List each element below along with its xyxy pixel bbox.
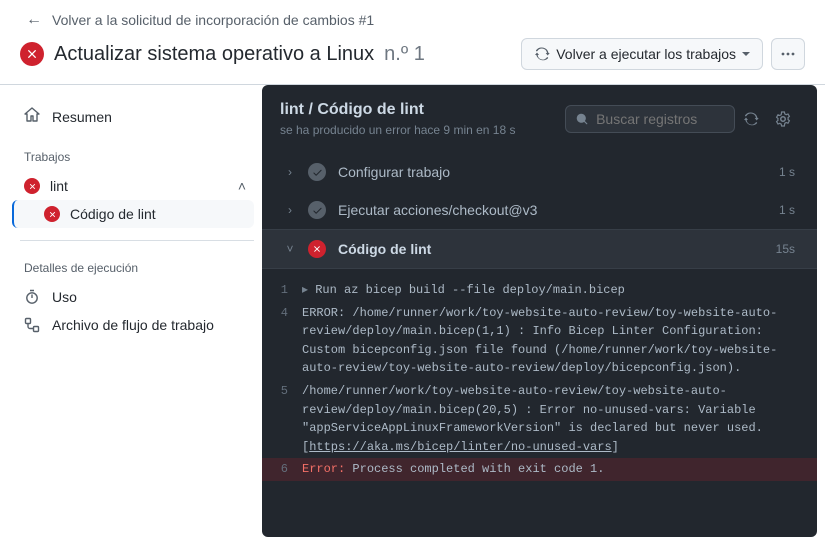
page-title: Actualizar sistema operativo a Linux: [54, 43, 374, 66]
log-line: 1▸ Run az bicep build --file deploy/main…: [262, 279, 817, 302]
sidebar: Resumen Trabajos lint ˄ Código de lint D…: [0, 85, 262, 537]
refresh-logs-button[interactable]: [735, 103, 767, 135]
status-failed-icon: [44, 206, 60, 222]
arrow-left-icon: ←: [26, 12, 42, 28]
step-duration: 1 s: [779, 203, 795, 217]
line-content: ERROR: /home/runner/work/toy-website-aut…: [302, 304, 799, 378]
stopwatch-icon: [24, 289, 40, 305]
log-line: 5/home/runner/work/toy-website-auto-revi…: [262, 380, 817, 458]
line-content: Error: Process completed with exit code …: [302, 460, 799, 479]
line-number: 1: [262, 281, 302, 300]
sync-icon: [743, 111, 759, 127]
workflow-icon: [24, 317, 40, 333]
run-number: n.º 1: [384, 43, 425, 66]
title-bar: Actualizar sistema operativo a Linux n.º…: [20, 38, 805, 70]
rerun-jobs-button[interactable]: Volver a ejecutar los trabajos: [521, 38, 763, 70]
log-settings-button[interactable]: [767, 103, 799, 135]
status-failed-icon: [308, 240, 326, 258]
workflow-file-label: Archivo de flujo de trabajo: [52, 317, 214, 333]
summary-link[interactable]: Resumen: [20, 101, 254, 142]
back-link[interactable]: ← Volver a la solicitud de incorporación…: [20, 8, 805, 38]
check-icon: [308, 201, 326, 219]
step-name: Ejecutar acciones/checkout@v3: [338, 202, 767, 218]
line-content: ▸ Run az bicep build --file deploy/main.…: [302, 281, 799, 300]
check-icon: [308, 163, 326, 181]
chevron-icon: ˅: [284, 242, 296, 256]
log-line: 6Error: Process completed with exit code…: [262, 458, 817, 481]
kebab-icon: [780, 46, 796, 62]
line-number: 5: [262, 382, 302, 456]
step-name: Configurar trabajo: [338, 164, 767, 180]
summary-label: Resumen: [52, 109, 112, 125]
log-steps: › Configurar trabajo 1 s › Ejecutar acciones…: [262, 149, 817, 273]
home-icon: [24, 107, 40, 126]
step-duration: 15s: [776, 242, 795, 256]
search-icon: [576, 112, 588, 126]
step-label: Código de lint: [70, 206, 156, 222]
title-left: Actualizar sistema operativo a Linux n.º…: [20, 42, 425, 66]
status-failed-icon: [24, 178, 40, 194]
log-subtitle: se ha producido un error hace 9 min en 1…: [280, 123, 565, 137]
log-title: lint / Código de lint: [280, 101, 565, 119]
chevron-up-icon[interactable]: ˄: [238, 178, 246, 194]
kebab-menu-button[interactable]: [771, 38, 805, 70]
line-content: /home/runner/work/toy-website-auto-revie…: [302, 382, 799, 456]
title-actions: Volver a ejecutar los trabajos: [521, 38, 805, 70]
details-section-label: Detalles de ejecución: [20, 253, 254, 283]
search-logs[interactable]: [565, 105, 735, 133]
log-step-row[interactable]: ˅ Código de lint 15s: [262, 229, 817, 269]
workflow-file-link[interactable]: Archivo de flujo de trabajo: [20, 311, 254, 339]
job-lint[interactable]: lint ˄: [20, 172, 254, 200]
sync-icon: [534, 46, 550, 62]
log-pane: lint / Código de lint se ha producido un…: [262, 85, 817, 537]
usage-link[interactable]: Uso: [20, 283, 254, 311]
chevron-icon: ›: [284, 165, 296, 179]
caret-down-icon: [742, 52, 750, 56]
job-step-lint-code[interactable]: Código de lint: [12, 200, 254, 228]
chevron-icon: ›: [284, 203, 296, 217]
log-step-row[interactable]: › Configurar trabajo 1 s: [262, 153, 817, 191]
back-link-text: Volver a la solicitud de incorporación d…: [52, 12, 374, 28]
step-duration: 1 s: [779, 165, 795, 179]
log-line: 4ERROR: /home/runner/work/toy-website-au…: [262, 302, 817, 380]
log-output: 1▸ Run az bicep build --file deploy/main…: [262, 273, 817, 491]
job-name: lint: [50, 178, 68, 194]
rerun-label: Volver a ejecutar los trabajos: [556, 46, 736, 62]
step-name: Código de lint: [338, 241, 764, 257]
status-failed-icon: [20, 42, 44, 66]
line-number: 6: [262, 460, 302, 479]
line-number: 4: [262, 304, 302, 378]
jobs-section-label: Trabajos: [20, 142, 254, 172]
search-input[interactable]: [596, 111, 724, 127]
log-header: lint / Código de lint se ha producido un…: [262, 85, 817, 149]
usage-label: Uso: [52, 289, 77, 305]
gear-icon: [775, 111, 791, 127]
log-step-row[interactable]: › Ejecutar acciones/checkout@v3 1 s: [262, 191, 817, 229]
divider: [20, 240, 254, 241]
